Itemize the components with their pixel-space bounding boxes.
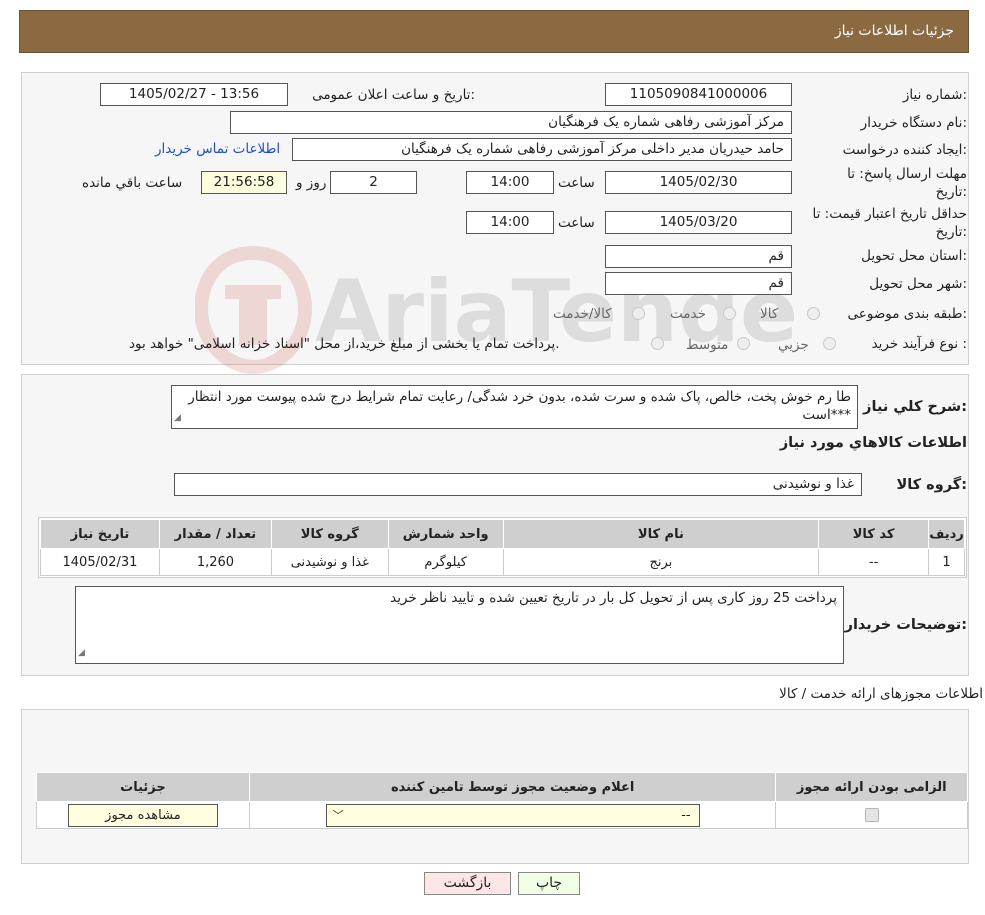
process-radio-medium[interactable] xyxy=(737,337,750,350)
category-radio-service[interactable] xyxy=(723,307,736,320)
process-radio-minor[interactable] xyxy=(823,337,836,350)
category-goods-label: کالا xyxy=(760,306,779,322)
deadline-label-2: تاریخ: xyxy=(935,184,967,200)
cell-need-date: 1405/02/31 xyxy=(40,548,160,576)
col-need-date: تاریخ نیاز xyxy=(40,519,160,549)
remaining-time-field: 21:56:58 xyxy=(201,171,287,194)
print-button[interactable]: چاپ xyxy=(518,872,580,895)
page-header: جزئیات اطلاعات نیاز xyxy=(19,10,969,53)
cell-name: برنج xyxy=(502,548,820,576)
deadline-date-field: 1405/02/30 xyxy=(605,171,792,194)
validity-time-label: ساعت xyxy=(558,215,595,231)
license-status-value: -- xyxy=(681,807,691,823)
page-title: جزئیات اطلاعات نیاز xyxy=(834,23,954,39)
resize-grip-icon: ◢ xyxy=(78,648,85,658)
col-name: نام کالا xyxy=(502,519,820,549)
creator-label: ایجاد کننده درخواست: xyxy=(842,142,967,158)
remaining-label: ساعت باقي مانده xyxy=(82,175,183,191)
validity-date-field: 1405/03/20 xyxy=(605,211,792,234)
process-minor-label: جزیي xyxy=(778,337,809,353)
deadline-label: مهلت ارسال پاسخ: تا xyxy=(847,166,967,182)
cell-row: 1 xyxy=(928,548,965,576)
licenses-table: الزامی بودن ارائه مجوز اعلام وضعیت مجوز … xyxy=(36,772,968,829)
col-code: کد کالا xyxy=(818,519,930,549)
description-label: شرح کلي نیاز: xyxy=(863,399,967,415)
announce-label: تاریخ و ساعت اعلان عمومی: xyxy=(312,87,475,103)
category-goods-service-label: کالا/خدمت xyxy=(553,306,612,322)
process-label: نوع فرآیند خرید : xyxy=(871,336,967,352)
buyer-notes-text: پرداخت 25 روز کاری پس از تحویل کل بار در… xyxy=(390,590,837,606)
goods-table: ردیف کد کالا نام کالا واحد شمارش گروه کا… xyxy=(40,519,965,576)
validity-time-field: 14:00 xyxy=(466,211,554,234)
col-license-required: الزامی بودن ارائه مجوز xyxy=(775,772,968,802)
city-label: شهر محل تحویل: xyxy=(869,276,967,292)
goods-section-title: اطلاعات کالاهاي مورد نیاز xyxy=(779,435,967,451)
buyer-notes-textarea[interactable]: پرداخت 25 روز کاری پس از تحویل کل بار در… xyxy=(75,586,844,664)
category-label: طبقه بندی موضوعی: xyxy=(847,306,967,322)
need-number-label: شماره نیاز: xyxy=(902,87,967,103)
licenses-table-header: الزامی بودن ارائه مجوز اعلام وضعیت مجوز … xyxy=(36,772,968,802)
col-license-status: اعلام وضعیت مجوز توسط تامین کننده xyxy=(248,772,777,802)
deadline-time-field: 14:00 xyxy=(466,171,554,194)
process-medium-label: متوسط xyxy=(686,337,729,353)
col-license-details: جزئیات xyxy=(36,772,250,802)
description-textarea[interactable]: طا رم خوش پخت، خالص، پاک شده و سرت شده، … xyxy=(171,385,858,429)
back-button[interactable]: بازگشت xyxy=(424,872,511,895)
process-note: پرداخت تمام یا بخشی از مبلغ خرید،از محل … xyxy=(129,336,560,352)
licenses-title: اطلاعات مجوزهای ارائه خدمت / کالا xyxy=(779,686,983,702)
goods-group-field: غذا و نوشیدنی xyxy=(174,473,862,496)
view-license-button[interactable]: مشاهده مجوز xyxy=(67,803,218,827)
category-service-label: خدمت xyxy=(670,306,706,322)
goods-group-label: گروه کالا: xyxy=(896,477,967,493)
days-count-field: 2 xyxy=(330,171,417,194)
category-radio-goods[interactable] xyxy=(807,307,820,320)
col-unit: واحد شمارش xyxy=(387,519,504,549)
buyer-field: مرکز آموزشی رفاهی شماره یک فرهنگیان xyxy=(230,111,792,134)
cell-unit: کیلوگرم xyxy=(387,548,504,576)
process-radio-treasury[interactable] xyxy=(651,337,664,350)
col-row: ردیف xyxy=(928,519,965,549)
chevron-down-icon: ﹀ xyxy=(332,808,344,822)
city-field: قم xyxy=(605,272,792,295)
cell-license-status: -- ﹀ xyxy=(248,801,777,829)
col-group: گروه کالا xyxy=(270,519,389,549)
cell-code: -- xyxy=(818,548,930,576)
cell-license-details: مشاهده مجوز xyxy=(36,801,250,829)
goods-table-wrapper: ردیف کد کالا نام کالا واحد شمارش گروه کا… xyxy=(38,517,967,578)
cell-license-required xyxy=(775,801,968,829)
cell-quantity: 1,260 xyxy=(158,548,272,576)
category-radio-goods-service[interactable] xyxy=(632,307,645,320)
table-row: 1 -- برنج کیلوگرم غذا و نوشیدنی 1,260 14… xyxy=(40,548,965,576)
validity-label-2: تاریخ: xyxy=(935,224,967,240)
license-required-checkbox[interactable] xyxy=(864,808,879,822)
province-field: قم xyxy=(605,245,792,268)
cell-group: غذا و نوشیدنی xyxy=(270,548,389,576)
validity-label: حداقل تاریخ اعتبار قیمت: تا xyxy=(812,206,967,222)
description-text: طا رم خوش پخت، خالص، پاک شده و سرت شده، … xyxy=(188,389,851,423)
buyer-notes-label: توضیحات خریدار: xyxy=(844,617,967,633)
announce-datetime-field: 1405/02/27 - 13:56 xyxy=(100,83,288,106)
need-number-field: 1105090841000006 xyxy=(605,83,792,106)
goods-table-header: ردیف کد کالا نام کالا واحد شمارش گروه کا… xyxy=(40,519,965,549)
province-label: استان محل تحویل: xyxy=(861,248,967,264)
days-label: روز و xyxy=(296,175,327,191)
resize-grip-icon: ◢ xyxy=(174,413,181,423)
deadline-time-label: ساعت xyxy=(558,175,595,191)
table-row: -- ﹀ مشاهده مجوز xyxy=(36,801,968,829)
creator-field: حامد حیدریان مدیر داخلی مرکز آموزشی رفاه… xyxy=(292,138,792,161)
license-status-select[interactable]: -- ﹀ xyxy=(325,803,700,827)
buyer-contact-link[interactable]: اطلاعات تماس خریدار xyxy=(155,141,280,157)
col-quantity: تعداد / مقدار xyxy=(158,519,272,549)
buyer-label: نام دستگاه خریدار: xyxy=(860,115,967,131)
